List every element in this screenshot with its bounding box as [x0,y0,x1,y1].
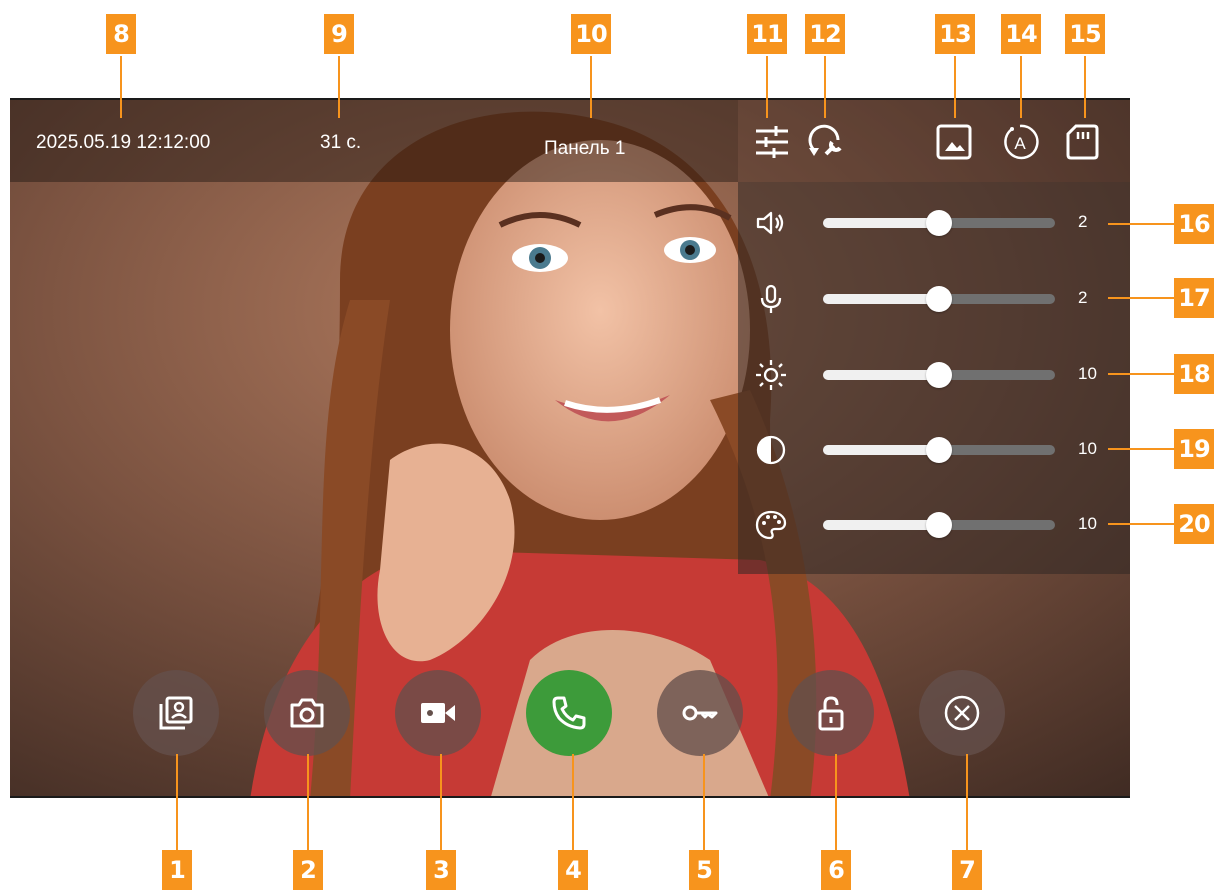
callout-8: 8 [106,14,136,54]
microphone-volume-row: 2 [738,278,1130,318]
slider-handle[interactable] [926,362,952,388]
callout-5: 5 [689,850,719,890]
callout-9: 9 [324,14,354,54]
date-time: 2025.05.19 12:12:00 [36,132,211,153]
speaker-volume-row: 2 [738,202,1130,242]
callout-line [1108,448,1174,450]
slider-handle[interactable] [926,437,952,463]
palette-icon [755,510,787,540]
callout-line [766,56,768,118]
callout-line [824,56,826,118]
color-row: 10 [738,504,1130,544]
callout-line [1108,223,1174,225]
callout-line [590,56,592,118]
end-call-button[interactable] [919,670,1005,756]
callout-18: 18 [1174,354,1214,394]
contacts-button[interactable] [133,670,219,756]
callout-line [1108,297,1174,299]
brightness-row: 10 [738,354,1130,394]
microphone-icon [760,284,782,313]
callout-line [1084,56,1086,118]
unlock-door-button[interactable] [788,670,874,756]
svg-text:A: A [1014,134,1026,153]
slider-handle[interactable] [926,210,952,236]
callout-14: 14 [1001,14,1041,54]
settings-panel: 2 2 10 10 10 [738,182,1130,574]
callout-2: 2 [293,850,323,890]
callout-line [440,754,442,850]
callout-line [1020,56,1022,118]
callout-line [703,754,705,850]
call-timer: 31 с. [320,132,362,153]
callout-line [572,754,574,850]
callout-1: 1 [162,850,192,890]
settings-sliders-icon[interactable] [752,122,792,162]
callout-17: 17 [1174,278,1214,318]
callout-line [1108,523,1174,525]
callout-line [835,754,837,850]
auto-mode-icon[interactable]: A [1000,122,1040,162]
slider-handle[interactable] [926,286,952,312]
callout-12: 12 [805,14,845,54]
intercom-screen: 2025.05.19 12:12:00 31 с. Панель 1 A 2 2… [10,98,1130,798]
sd-card-icon[interactable] [1062,122,1102,162]
snapshot-button[interactable] [264,670,350,756]
callout-19: 19 [1174,429,1214,469]
color-slider[interactable] [823,512,1055,538]
callout-line [120,56,122,118]
contacts-icon [159,696,193,730]
speaker-volume-value: 2 [1078,212,1088,231]
brightness-slider[interactable] [823,362,1055,388]
callout-13: 13 [935,14,975,54]
close-icon [944,695,980,731]
camera-settings-icon[interactable] [806,122,846,162]
callout-20: 20 [1174,504,1214,544]
phone-icon [552,696,586,730]
contrast-row: 10 [738,429,1130,469]
callout-line [954,56,956,118]
speaker-icon [756,211,784,235]
callout-4: 4 [558,850,588,890]
brightness-icon [756,360,786,390]
callout-6: 6 [821,850,851,890]
callout-11: 11 [747,14,787,54]
callout-line [176,754,178,850]
callout-16: 16 [1174,204,1214,244]
callout-10: 10 [571,14,611,54]
callout-line [1108,373,1174,375]
callout-3: 3 [426,850,456,890]
callout-15: 15 [1065,14,1105,54]
key-icon [682,705,718,721]
contrast-slider[interactable] [823,437,1055,463]
unlock-icon [818,696,844,731]
slider-handle[interactable] [926,512,952,538]
panel-name: Панель 1 [544,138,626,159]
answer-call-button[interactable] [526,670,612,756]
microphone-volume-slider[interactable] [823,286,1055,312]
contrast-icon [756,435,786,465]
callout-7: 7 [952,850,982,890]
video-camera-icon [421,703,455,723]
speaker-volume-slider[interactable] [823,210,1055,236]
unlock-gate-button[interactable] [657,670,743,756]
record-video-button[interactable] [395,670,481,756]
callout-line [307,754,309,850]
gallery-icon[interactable] [934,122,974,162]
camera-icon [290,698,324,728]
callout-line [966,754,968,850]
callout-line [338,56,340,118]
